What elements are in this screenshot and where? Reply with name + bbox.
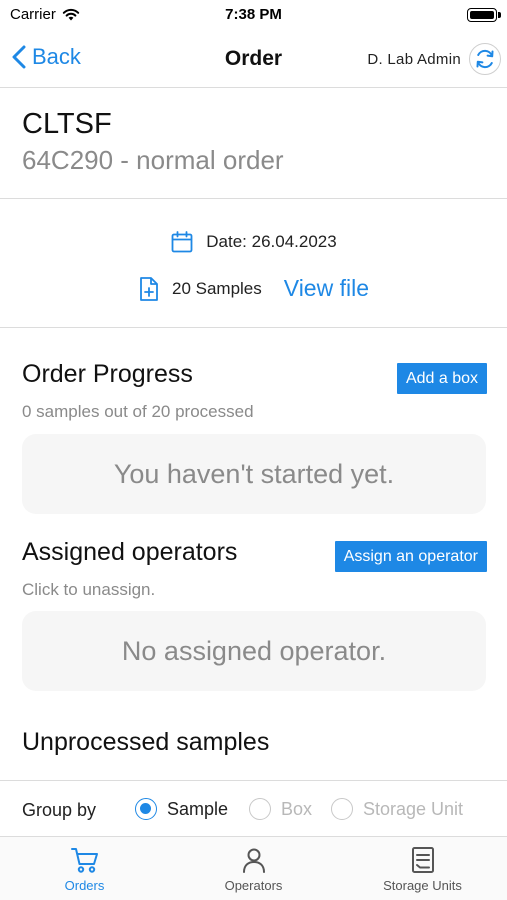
tab-operators[interactable]: Operators xyxy=(169,837,338,900)
user-name: D. Lab Admin xyxy=(367,51,461,68)
order-date: Date: 26.04.2023 xyxy=(206,232,337,251)
clock: 7:38 PM xyxy=(225,6,282,23)
tab-orders-label: Orders xyxy=(64,878,105,893)
operators-empty-state: No assigned operator. xyxy=(22,611,486,691)
tab-bar: Orders Operators Storage Units xyxy=(0,836,507,900)
unprocessed-title: Unprocessed samples xyxy=(22,728,270,756)
radio-selected-icon xyxy=(135,798,157,820)
navigation-bar: Back Order D. Lab Admin xyxy=(0,30,507,88)
group-by-box-label: Box xyxy=(281,798,313,819)
order-meta: Date: 26.04.2023 20 Samples View file xyxy=(0,199,507,328)
group-by-storage-unit-label: Storage Unit xyxy=(363,798,464,819)
order-code: CLTSF xyxy=(22,108,112,140)
progress-subtitle: 0 samples out of 20 processed xyxy=(22,402,254,421)
tab-storage-units[interactable]: Storage Units xyxy=(338,837,507,900)
progress-title: Order Progress xyxy=(22,360,193,388)
operators-title: Assigned operators xyxy=(22,538,238,566)
file-add-icon xyxy=(140,276,158,301)
group-by-sample-label: Sample xyxy=(167,798,229,819)
progress-empty-state: You haven't started yet. xyxy=(22,434,486,514)
group-by-box-option[interactable]: Box xyxy=(249,798,312,820)
group-by-label: Group by xyxy=(22,800,97,820)
sample-count: 20 Samples xyxy=(171,278,262,298)
refresh-icon xyxy=(476,49,494,69)
battery-icon xyxy=(467,8,501,22)
radio-unselected-icon xyxy=(331,798,353,820)
order-header: CLTSF 64C290 - normal order xyxy=(0,88,507,199)
assign-operator-button[interactable]: Assign an operator xyxy=(334,541,487,572)
storage-icon xyxy=(411,847,434,873)
add-box-button[interactable]: Add a box xyxy=(396,363,487,394)
group-by-bar: Group by Sample Box Storage Unit xyxy=(0,780,507,836)
tab-operators-label: Operators xyxy=(224,878,283,893)
order-subtitle: 64C290 - normal order xyxy=(22,145,284,175)
status-bar: Carrier 7:38 PM xyxy=(0,0,507,30)
calendar-icon xyxy=(171,231,193,253)
view-file-link[interactable]: View file xyxy=(284,275,369,302)
group-by-storage-unit-option[interactable]: Storage Unit xyxy=(331,798,463,820)
file-row: 20 Samples View file xyxy=(0,275,507,302)
person-icon xyxy=(242,848,265,873)
radio-unselected-icon xyxy=(249,798,271,820)
refresh-button[interactable] xyxy=(469,43,501,75)
group-by-sample-option[interactable]: Sample xyxy=(135,798,228,820)
date-row: Date: 26.04.2023 xyxy=(0,230,507,254)
cart-icon xyxy=(70,848,98,873)
tab-storage-units-label: Storage Units xyxy=(383,878,462,893)
operators-subtitle: Click to unassign. xyxy=(22,580,156,599)
tab-orders[interactable]: Orders xyxy=(0,837,169,900)
